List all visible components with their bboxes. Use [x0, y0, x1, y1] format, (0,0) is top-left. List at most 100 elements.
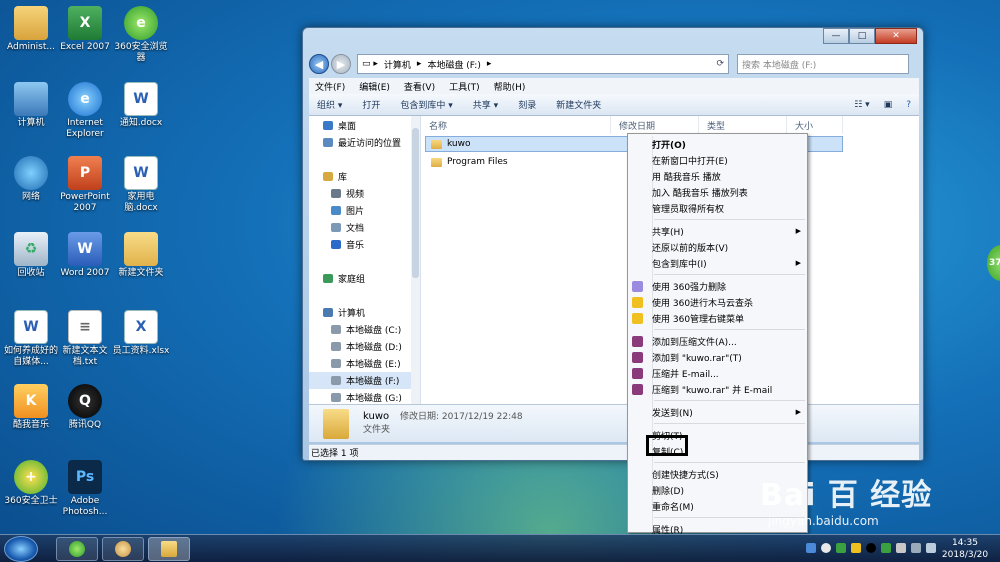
nav-item-icon [323, 138, 333, 147]
burn-button[interactable]: 刻录 [518, 98, 536, 111]
menu-edit[interactable]: 编辑(E) [359, 80, 390, 93]
context-menu-item[interactable]: 还原以前的版本(V) [628, 239, 807, 255]
menu-file[interactable]: 文件(F) [315, 80, 345, 93]
context-menu-item[interactable]: 使用 360强力删除 [628, 278, 807, 294]
taskbar-paint[interactable] [102, 537, 144, 561]
close-button[interactable]: ✕ [875, 28, 917, 44]
nav-item[interactable]: 图片 [309, 202, 420, 219]
nav-item[interactable]: 音乐 [309, 236, 420, 253]
context-menu-item[interactable]: 用 酷我音乐 播放 [628, 168, 807, 184]
desktop-icon[interactable]: W Word 2007 [56, 232, 114, 279]
desktop-icon[interactable]: ♻ 回收站 [2, 232, 60, 279]
help-icon[interactable]: ? [906, 100, 911, 110]
explorer-window[interactable]: — □ ✕ ◀ ▶ ▭ ▸ 计算机 ▸ 本地磁盘 (F:) ▸ ⟳ 搜索 本地磁… [302, 27, 924, 461]
nav-item[interactable]: 文档 [309, 219, 420, 236]
desktop-icon[interactable]: +360安全卫士 [2, 460, 60, 507]
context-menu-item[interactable]: 压缩并 E-mail... [628, 365, 807, 381]
menu-tools[interactable]: 工具(T) [449, 80, 480, 93]
context-menu-item[interactable]: 包含到库中(I) ▶ [628, 255, 807, 271]
context-menu-item[interactable]: 打开(O) [628, 136, 807, 152]
menu-separator [654, 423, 805, 424]
organize-button[interactable]: 组织 ▾ [317, 98, 342, 111]
context-menu-item[interactable]: 在新窗口中打开(E) [628, 152, 807, 168]
column-type[interactable]: 类型 [699, 116, 787, 134]
context-menu-item[interactable]: 使用 360管理右键菜单 [628, 310, 807, 326]
desktop-icon[interactable]: X 员工资料.xlsx [112, 310, 170, 357]
desktop-icon-label: 员工资料.xlsx [112, 346, 170, 356]
context-menu-item[interactable]: 压缩到 "kuwo.rar" 并 E-mail [628, 381, 807, 397]
breadcrumb-computer[interactable]: 计算机 [384, 58, 411, 71]
nav-item[interactable]: 视频 [309, 185, 420, 202]
context-menu-item[interactable]: 发送到(N) ▶ [628, 404, 807, 420]
tray-volume-icon[interactable] [926, 543, 936, 553]
tray-security-icon[interactable] [851, 543, 861, 553]
desktop-icon[interactable]: Ps Adobe Photosh... [56, 460, 114, 518]
context-menu-item[interactable]: 加入 酷我音乐 播放列表 [628, 184, 807, 200]
desktop-icon[interactable]: W 家用电脑.docx [112, 156, 170, 214]
nav-item[interactable]: 本地磁盘 (F:) [309, 372, 420, 389]
taskbar-360-browser[interactable] [56, 537, 98, 561]
context-menu-item[interactable]: 共享(H) ▶ [628, 223, 807, 239]
menu-view[interactable]: 查看(V) [404, 80, 435, 93]
nav-item[interactable]: 家庭组 [309, 270, 420, 287]
column-name[interactable]: 名称 [421, 116, 611, 134]
nav-scrollbar[interactable] [411, 116, 420, 404]
view-options-icon[interactable]: ☷ ▾ [854, 100, 869, 110]
start-button[interactable] [4, 536, 38, 562]
nav-item[interactable]: 本地磁盘 (E:) [309, 355, 420, 372]
back-button[interactable]: ◀ [309, 54, 329, 74]
context-menu-item[interactable]: 管理员取得所有权 [628, 200, 807, 216]
breadcrumb-arrow-icon: ▸ [486, 59, 492, 69]
include-in-library-button[interactable]: 包含到库中 ▾ [400, 98, 452, 111]
nav-item[interactable]: 本地磁盘 (D:) [309, 338, 420, 355]
nav-item-icon [323, 274, 333, 283]
desktop-icon[interactable]: e 360安全浏览器 [112, 6, 170, 64]
desktop-icon[interactable]: Q 腾讯QQ [56, 384, 114, 431]
nav-item[interactable]: 本地磁盘 (C:) [309, 321, 420, 338]
desktop-icon[interactable]: 网络 [2, 156, 60, 203]
desktop-icon[interactable]: K 酷我音乐 [2, 384, 60, 431]
desktop-icon[interactable]: Administ... [2, 6, 60, 53]
refresh-icon[interactable]: ⟳ [716, 59, 728, 69]
column-size[interactable]: 大小 [787, 116, 843, 134]
desktop-icon[interactable]: 新建文件夹 [112, 232, 170, 279]
tray-360-icon[interactable] [836, 543, 846, 553]
tray-help-icon[interactable] [821, 543, 831, 553]
desktop-icon[interactable]: W 如何养成好的自媒体... [2, 310, 60, 368]
breadcrumb-drive[interactable]: 本地磁盘 (F:) [427, 58, 480, 71]
context-menu-item[interactable]: 添加到 "kuwo.rar"(T) [628, 349, 807, 365]
tray-network-icon[interactable] [806, 543, 816, 553]
tray-qq-icon[interactable] [866, 543, 876, 553]
menu-item-label: 管理员取得所有权 [652, 204, 725, 215]
taskbar-explorer[interactable] [148, 537, 190, 561]
search-input[interactable]: 搜索 本地磁盘 (F:) [737, 54, 909, 74]
forward-button[interactable]: ▶ [331, 54, 351, 74]
nav-scroll-thumb[interactable] [412, 128, 419, 278]
nav-item[interactable]: 最近访问的位置 [309, 134, 420, 151]
menu-help[interactable]: 帮助(H) [494, 80, 526, 93]
maximize-button[interactable]: □ [849, 28, 875, 44]
share-button[interactable]: 共享 ▾ [473, 98, 498, 111]
desktop-icon[interactable]: W 通知.docx [112, 82, 170, 129]
tray-signal-icon[interactable] [911, 543, 921, 553]
desktop-icon[interactable]: e Internet Explorer [56, 82, 114, 140]
tray-guard-icon[interactable] [881, 543, 891, 553]
360-float-badge[interactable]: 37 [987, 245, 1000, 281]
column-modified[interactable]: 修改日期 [611, 116, 699, 134]
desktop-icon[interactable]: ≡ 新建文本文档.txt [56, 310, 114, 368]
nav-item[interactable]: 库 [309, 168, 420, 185]
clock[interactable]: 14:35 2018/3/20 [936, 537, 994, 561]
nav-item[interactable]: 桌面 [309, 117, 420, 134]
new-folder-button[interactable]: 新建文件夹 [556, 98, 601, 111]
nav-item[interactable]: 计算机 [309, 304, 420, 321]
desktop-icon[interactable]: X Excel 2007 [56, 6, 114, 53]
context-menu-item[interactable]: 使用 360进行木马云查杀 [628, 294, 807, 310]
preview-pane-icon[interactable]: ▣ [884, 100, 893, 110]
address-path[interactable]: ▭ ▸ 计算机 ▸ 本地磁盘 (F:) ▸ ⟳ [357, 54, 729, 74]
tray-flag-icon[interactable] [896, 543, 906, 553]
minimize-button[interactable]: — [823, 28, 849, 44]
open-button[interactable]: 打开 [362, 98, 380, 111]
context-menu-item[interactable]: 添加到压缩文件(A)... [628, 333, 807, 349]
desktop-icon[interactable]: P PowerPoint 2007 [56, 156, 114, 214]
desktop-icon[interactable]: 计算机 [2, 82, 60, 129]
